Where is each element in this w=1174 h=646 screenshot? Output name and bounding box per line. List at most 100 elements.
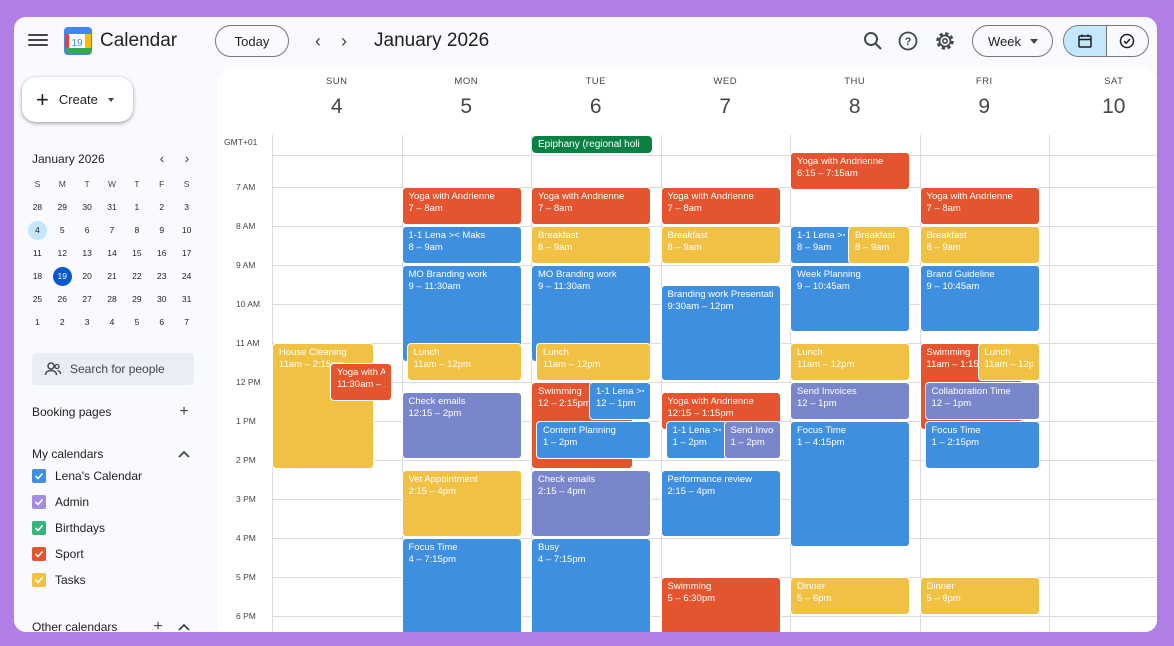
checkbox-icon[interactable]: [32, 495, 46, 509]
mini-day[interactable]: 12: [50, 244, 75, 263]
mini-day[interactable]: 6: [149, 313, 174, 332]
calendar-event[interactable]: Performance review 2:15 – 4pm: [660, 469, 781, 537]
calendar-event[interactable]: Vet Appointment 2:15 – 4pm: [401, 469, 522, 537]
checkbox-icon[interactable]: [32, 469, 46, 483]
calendar-event[interactable]: Focus Time 1 – 2:15pm: [924, 421, 1040, 469]
calendar-event[interactable]: Yoga with Andrienne 7 – 8am: [919, 187, 1040, 225]
calendar-event[interactable]: 1-1 Lena >< Maks 8 – 9am: [401, 226, 522, 264]
day-header-tue[interactable]: TUE 6: [531, 67, 661, 119]
calendar-event[interactable]: Yoga with Andrienne 7 – 8am: [401, 187, 522, 225]
day-header-sat[interactable]: SAT 10: [1049, 67, 1157, 119]
calendar-checkbox-item[interactable]: Birthdays: [32, 521, 105, 535]
calendar-event[interactable]: Yoga with A 11:30am – 1: [330, 362, 392, 401]
day-header-fri[interactable]: FRI 9: [920, 67, 1050, 119]
calendar-checkbox-item[interactable]: Admin: [32, 495, 89, 509]
day-number[interactable]: 9: [920, 95, 1050, 119]
calendar-event[interactable]: Focus Time 1 – 4:15pm: [790, 421, 910, 547]
mini-day[interactable]: 31: [174, 290, 199, 309]
checkbox-icon[interactable]: [32, 547, 46, 561]
mini-day[interactable]: 7: [174, 313, 199, 332]
mini-day[interactable]: 2: [149, 198, 174, 217]
day-number[interactable]: 4: [272, 95, 402, 119]
day-number[interactable]: 7: [661, 95, 791, 119]
day-number[interactable]: 5: [402, 95, 532, 119]
checkbox-icon[interactable]: [32, 573, 46, 587]
calendar-event[interactable]: Yoga with Andrienne 6:15 – 7:15am: [790, 151, 910, 190]
main-menu-icon[interactable]: [28, 31, 48, 51]
view-select[interactable]: Week: [972, 25, 1053, 57]
mini-day[interactable]: 4: [25, 221, 50, 240]
search-people-input[interactable]: Search for people: [32, 353, 194, 385]
mini-day[interactable]: 24: [174, 267, 199, 286]
tasks-view-toggle[interactable]: [1107, 26, 1149, 56]
calendar-event[interactable]: Branding work Presentation 9:30am – 12pm: [660, 284, 781, 381]
day-number[interactable]: 10: [1049, 95, 1157, 119]
calendar-event[interactable]: Content Planning 1 – 2pm: [536, 421, 651, 459]
mini-prev-month-icon[interactable]: ‹: [154, 150, 170, 166]
mini-day[interactable]: 14: [100, 244, 125, 263]
calendar-event[interactable]: Breakfast 8 – 9am: [848, 226, 910, 264]
calendar-event[interactable]: Dinner 5 – 6pm: [919, 577, 1040, 615]
mini-day[interactable]: 4: [100, 313, 125, 332]
mini-day[interactable]: 25: [25, 290, 50, 309]
mini-day[interactable]: 6: [75, 221, 100, 240]
calendar-event[interactable]: Focus Time 4 – 7:15pm: [401, 538, 522, 632]
day-header-sun[interactable]: SUN 4: [272, 67, 402, 119]
mini-day[interactable]: 16: [149, 244, 174, 263]
mini-day[interactable]: 23: [149, 267, 174, 286]
mini-day[interactable]: 3: [174, 198, 199, 217]
calendar-event[interactable]: Lunch 11am – 12pm: [790, 343, 910, 381]
add-booking-page-icon[interactable]: +: [176, 403, 192, 420]
mini-day[interactable]: 11: [25, 244, 50, 263]
calendar-checkbox-item[interactable]: Sport: [32, 547, 84, 561]
add-other-calendar-icon[interactable]: +: [150, 618, 166, 632]
calendar-event[interactable]: Busy 4 – 7:15pm: [531, 538, 651, 632]
help-icon[interactable]: ?: [896, 29, 920, 53]
mini-day[interactable]: 28: [25, 198, 50, 217]
all-day-event[interactable]: Epiphany (regional holi: [532, 136, 652, 153]
calendar-checkbox-item[interactable]: Tasks: [32, 573, 86, 587]
mini-day[interactable]: 20: [75, 267, 100, 286]
next-week-icon[interactable]: ›: [332, 29, 356, 53]
mini-day[interactable]: 26: [50, 290, 75, 309]
day-number[interactable]: 8: [790, 95, 920, 119]
calendar-event[interactable]: 1-1 Lena >< 12 – 1pm: [589, 382, 651, 420]
chevron-up-icon[interactable]: [176, 619, 192, 632]
calendar-checkbox-item[interactable]: Lena's Calendar: [32, 469, 142, 483]
mini-day[interactable]: 28: [100, 290, 125, 309]
mini-day[interactable]: 5: [50, 221, 75, 240]
mini-day[interactable]: 30: [149, 290, 174, 309]
calendar-event[interactable]: Brand Guideline 9 – 10:45am: [919, 265, 1040, 333]
calendar-event[interactable]: Dinner 5 – 6pm: [790, 577, 910, 615]
calendar-event[interactable]: Lunch 11am – 12pm: [536, 343, 651, 381]
mini-day[interactable]: 31: [100, 198, 125, 217]
mini-next-month-icon[interactable]: ›: [179, 150, 195, 166]
mini-day[interactable]: 21: [100, 267, 125, 286]
mini-day[interactable]: 27: [75, 290, 100, 309]
calendar-view-toggle[interactable]: [1064, 26, 1107, 56]
calendar-event[interactable]: Breakfast 8 – 9am: [919, 226, 1040, 264]
calendar-event[interactable]: Send Invoices 12 – 1pm: [790, 382, 910, 420]
mini-day[interactable]: 30: [75, 198, 100, 217]
mini-day[interactable]: 7: [100, 221, 125, 240]
mini-day[interactable]: 1: [25, 313, 50, 332]
mini-day[interactable]: 29: [50, 198, 75, 217]
calendar-event[interactable]: Week Planning 9 – 10:45am: [790, 265, 910, 333]
calendar-event[interactable]: Swimming 5 – 6:30pm: [660, 577, 781, 632]
calendar-event[interactable]: Yoga with Andrienne 7 – 8am: [531, 187, 651, 225]
mini-day[interactable]: 9: [149, 221, 174, 240]
calendar-event[interactable]: Lunch 11am – 12pm: [406, 343, 522, 381]
checkbox-icon[interactable]: [32, 521, 46, 535]
mini-day[interactable]: 5: [124, 313, 149, 332]
chevron-up-icon[interactable]: [176, 446, 192, 462]
mini-day[interactable]: 13: [75, 244, 100, 263]
calendar-event[interactable]: Check emails 12:15 – 2pm: [401, 391, 522, 459]
today-button[interactable]: Today: [215, 25, 289, 57]
mini-day[interactable]: 19: [50, 267, 75, 286]
calendar-event[interactable]: Send Invoic1 – 2pm: [723, 421, 781, 459]
mini-day[interactable]: 29: [124, 290, 149, 309]
mini-day[interactable]: 17: [174, 244, 199, 263]
search-icon[interactable]: [861, 29, 885, 53]
mini-day[interactable]: 10: [174, 221, 199, 240]
day-header-thu[interactable]: THU 8: [790, 67, 920, 119]
